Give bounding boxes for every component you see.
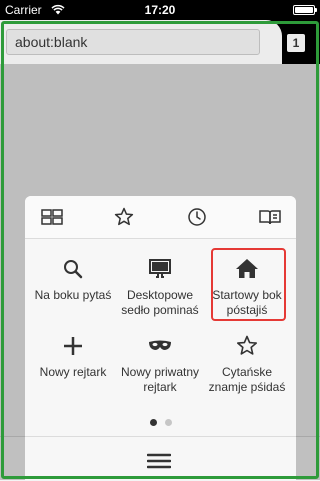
search-icon <box>64 260 83 279</box>
browser-toolbar: about:blank 1 <box>0 20 320 64</box>
page-dot-active[interactable] <box>149 419 157 426</box>
add-bookmark-tile[interactable]: Cytańske znamje pśidaś <box>202 333 292 395</box>
top-sites-grid-icon[interactable] <box>39 204 65 230</box>
private-mask-icon <box>149 340 171 350</box>
battery-icon <box>293 5 317 15</box>
clock: 17:20 <box>144 3 176 17</box>
page-dot-inactive[interactable] <box>164 419 172 426</box>
tile-label: Nowy rejtark <box>39 365 107 379</box>
bookmarks-star-icon[interactable] <box>111 204 137 230</box>
desktop-icon <box>149 259 171 278</box>
url-area: about:blank <box>0 20 282 64</box>
tile-label: Cytańske znamje pśidaś <box>208 365 286 394</box>
find-in-page-tile[interactable]: Na boku pytaś <box>28 256 118 303</box>
browser-menu-panel: Na boku pytaś Desktopowe sedło pominaś S… <box>25 196 296 480</box>
url-field[interactable]: about:blank <box>6 29 260 55</box>
hamburger-menu-icon[interactable] <box>147 451 171 471</box>
menu-panel-tabs <box>25 196 296 239</box>
menu-bottom-bar <box>25 436 296 481</box>
new-tab-tile[interactable]: Nowy rejtark <box>28 333 118 380</box>
plus-icon <box>64 337 82 355</box>
highlight-box <box>211 248 286 321</box>
new-private-tab-tile[interactable]: Nowy priwatny rejtark <box>115 333 205 395</box>
tab-count-button[interactable]: 1 <box>287 34 305 52</box>
page-indicator <box>25 413 296 426</box>
reading-list-book-icon[interactable] <box>257 204 283 230</box>
tile-label: Desktopowe sedło pominaś <box>121 288 199 317</box>
tile-label: Nowy priwatny rejtark <box>120 365 200 394</box>
status-bar: Carrier 17:20 <box>0 0 320 20</box>
star-icon <box>237 335 257 355</box>
tile-label: Na boku pytaś <box>34 288 112 302</box>
request-desktop-site-tile[interactable]: Desktopowe sedło pominaś <box>115 256 205 318</box>
history-clock-icon[interactable] <box>184 204 210 230</box>
